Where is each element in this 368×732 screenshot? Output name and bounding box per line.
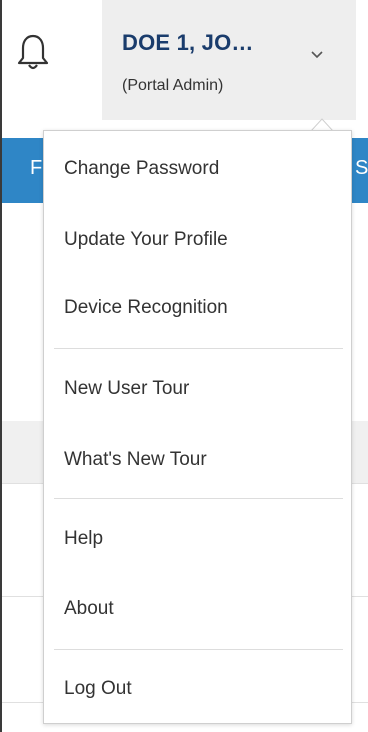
menu-item-device-recognition[interactable]: Device Recognition (64, 297, 228, 319)
menu-item-log-out[interactable]: Log Out (64, 678, 132, 700)
menu-item-update-profile[interactable]: Update Your Profile (64, 229, 228, 251)
menu-item-new-user-tour[interactable]: New User Tour (64, 378, 189, 400)
chevron-down-icon (311, 51, 323, 59)
menu-divider (54, 348, 343, 349)
menu-divider (54, 649, 343, 650)
menu-item-whats-new-tour[interactable]: What's New Tour (64, 449, 207, 471)
user-dropdown-menu: Change Password Update Your Profile Devi… (43, 130, 352, 724)
nav-item-partial-right[interactable]: S (355, 157, 368, 180)
nav-item-partial-left[interactable]: F (30, 157, 42, 180)
top-header: DOE 1, JO… (Portal Admin) (2, 0, 368, 120)
user-role: (Portal Admin) (122, 77, 224, 94)
menu-item-about[interactable]: About (64, 598, 114, 620)
menu-divider (54, 498, 343, 499)
menu-item-help[interactable]: Help (64, 528, 103, 550)
menu-item-change-password[interactable]: Change Password (64, 158, 219, 180)
user-name: DOE 1, JO… (122, 30, 254, 55)
user-menu-toggle[interactable]: DOE 1, JO… (Portal Admin) (102, 0, 356, 120)
bell-icon[interactable] (16, 32, 50, 72)
